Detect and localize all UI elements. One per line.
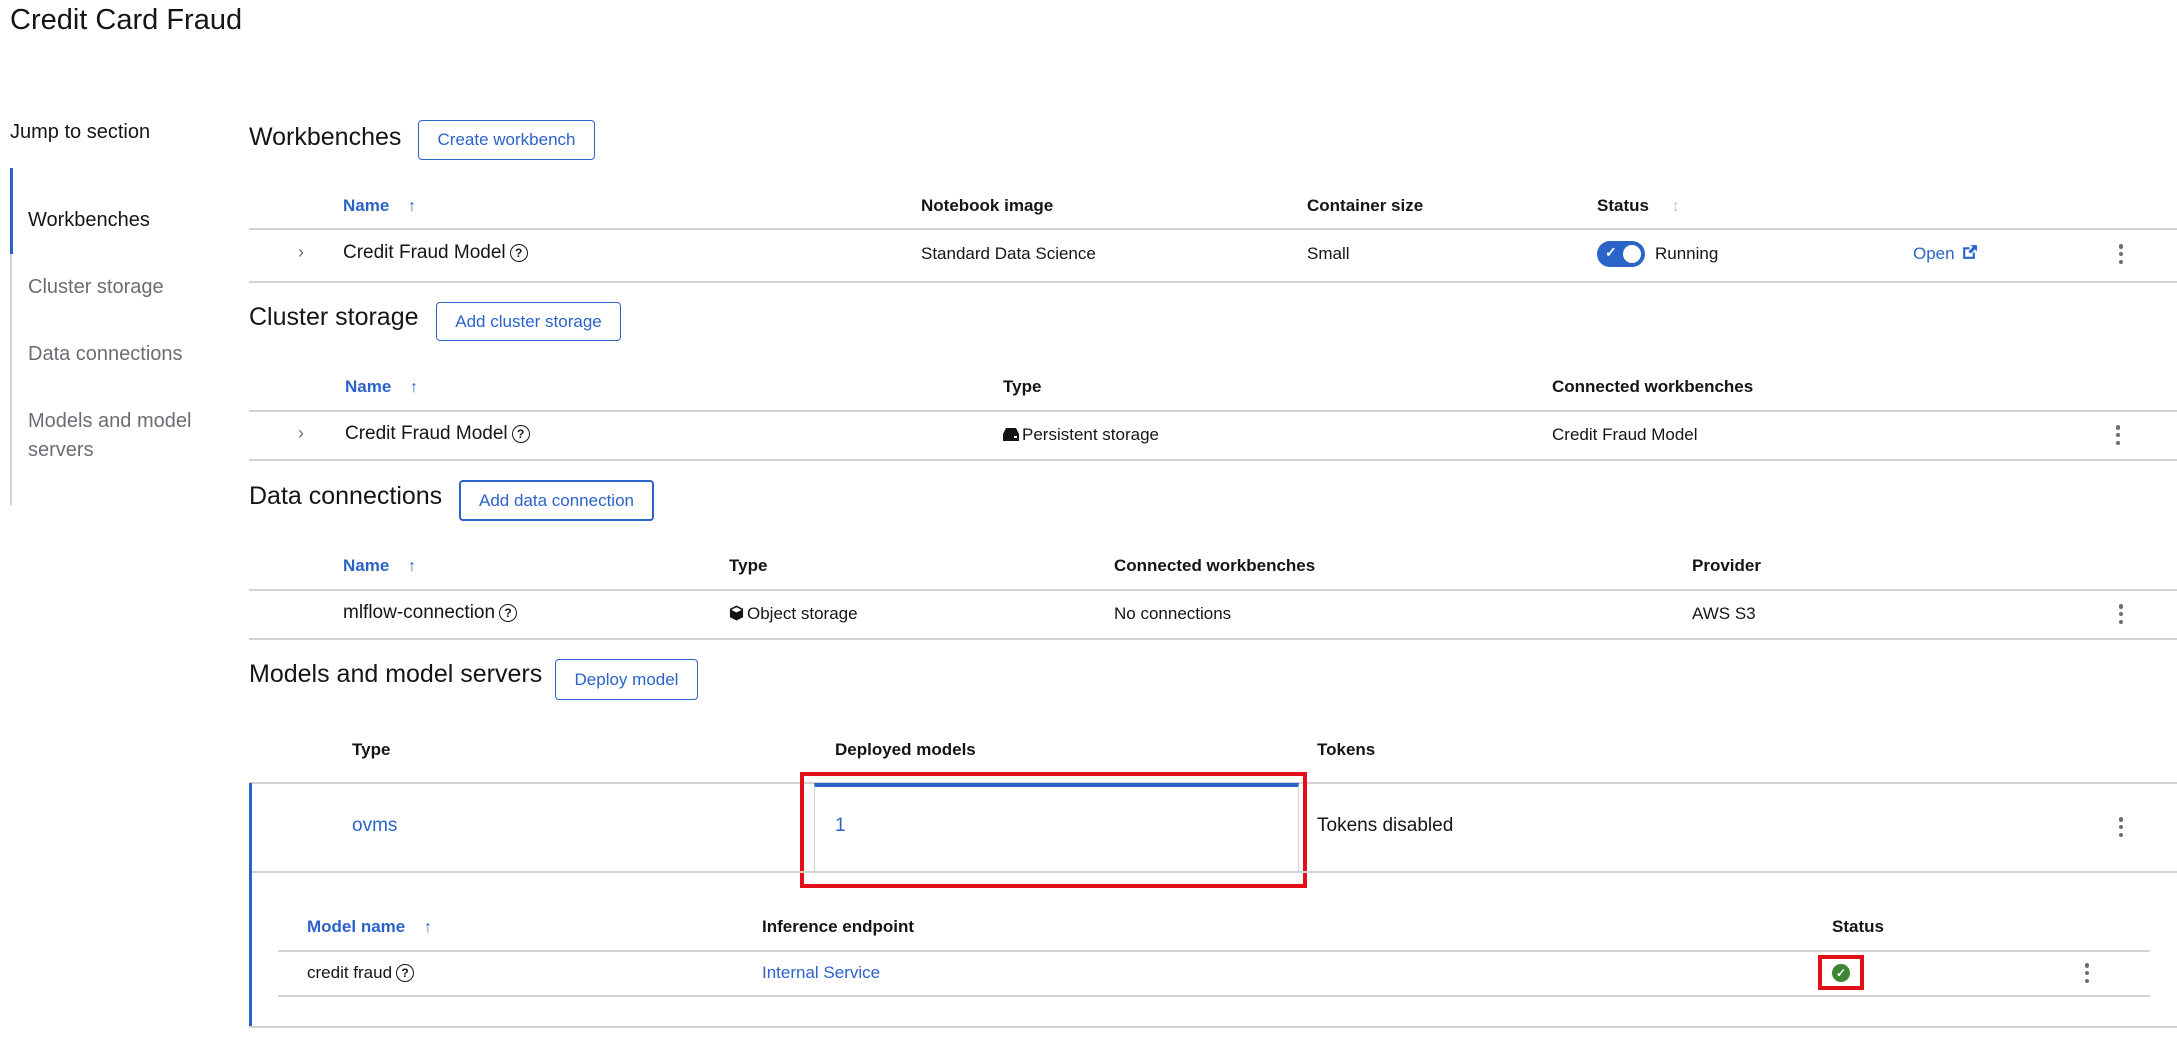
data-connections-col-connected: Connected workbenches — [1114, 556, 1316, 575]
workbenches-col-container-size: Container size — [1307, 196, 1424, 215]
jump-nav-item-models[interactable]: Models and model servers — [28, 407, 191, 465]
workbench-container-size: Small — [1307, 244, 1350, 263]
data-connections-col-name[interactable]: Name ↑ — [343, 556, 416, 576]
storage-type-text: Persistent storage — [1022, 425, 1160, 444]
sort-unsorted-icon: ↕ — [1671, 198, 1680, 215]
col-name-label: Name — [345, 377, 392, 396]
workbench-row-kebab-icon[interactable] — [2118, 244, 2124, 264]
sort-ascending-icon: ↑ — [408, 198, 417, 215]
divider — [249, 638, 2177, 640]
divider — [249, 1026, 2177, 1028]
jump-nav-item-models-line2: servers — [28, 439, 94, 461]
col-name-label: Name — [343, 196, 390, 215]
divider — [252, 871, 2177, 873]
toggle-knob — [1623, 245, 1641, 263]
jump-nav-item-workbenches[interactable]: Workbenches — [28, 206, 150, 235]
help-icon[interactable]: ? — [499, 604, 518, 622]
storage-name: Credit Fraud Model? — [345, 423, 530, 445]
workbenches-col-status[interactable]: Status ↕ — [1597, 196, 1680, 216]
col-status-label: Status — [1597, 196, 1649, 215]
sort-ascending-icon: ↑ — [408, 558, 417, 575]
expand-row-chevron-icon[interactable]: › — [298, 242, 304, 263]
help-icon[interactable]: ? — [511, 425, 530, 443]
data-connection-type-text: Object storage — [747, 604, 858, 623]
help-icon[interactable]: ? — [509, 244, 528, 262]
storage-connected-workbenches: Credit Fraud Model — [1552, 425, 1698, 444]
workbench-name-text: Credit Fraud Model — [343, 242, 506, 263]
storage-type: Persistent storage — [1003, 425, 1159, 445]
jump-nav-active-indicator — [10, 168, 13, 254]
data-connection-type: Object storage — [729, 604, 858, 624]
add-data-connection-button[interactable]: Add data connection — [459, 480, 654, 521]
external-link-icon — [1963, 245, 1978, 259]
nested-col-inference-endpoint: Inference endpoint — [762, 917, 915, 936]
divider — [249, 228, 2177, 230]
cluster-storage-col-name[interactable]: Name ↑ — [345, 377, 418, 397]
create-workbench-button[interactable]: Create workbench — [418, 120, 595, 160]
workbenches-col-notebook-image: Notebook image — [921, 196, 1054, 215]
col-name-label: Name — [343, 556, 390, 575]
expanded-row-indicator — [249, 783, 252, 1027]
model-server-type-link[interactable]: ovms — [352, 815, 397, 837]
storage-name-text: Credit Fraud Model — [345, 423, 508, 444]
data-connection-provider: AWS S3 — [1692, 604, 1756, 623]
col-model-name-label: Model name — [307, 917, 406, 936]
sort-ascending-icon: ↑ — [423, 919, 432, 936]
divider — [278, 995, 2150, 997]
inference-endpoint-link[interactable]: Internal Service — [762, 963, 880, 983]
divider — [249, 459, 2177, 461]
cluster-storage-col-connected: Connected workbenches — [1552, 377, 1754, 396]
add-cluster-storage-button[interactable]: Add cluster storage — [436, 302, 621, 341]
expand-row-chevron-icon[interactable]: › — [298, 423, 304, 444]
help-icon[interactable]: ? — [396, 964, 415, 982]
jump-nav-item-data-connections[interactable]: Data connections — [28, 340, 183, 369]
workbenches-col-name[interactable]: Name ↑ — [343, 196, 416, 216]
sort-ascending-icon: ↑ — [410, 379, 419, 396]
check-icon: ✓ — [1605, 244, 1617, 260]
deployed-model-name: credit fraud? — [307, 963, 415, 983]
highlight-box — [1818, 955, 1864, 990]
workbench-notebook-image: Standard Data Science — [921, 244, 1096, 263]
jump-to-section-label: Jump to section — [10, 121, 151, 143]
workbenches-heading: Workbenches — [249, 123, 402, 151]
data-connections-heading: Data connections — [249, 482, 443, 510]
open-workbench-link[interactable]: Open — [1913, 244, 1978, 264]
deployed-model-name-text: credit fraud — [307, 963, 393, 982]
cluster-storage-heading: Cluster storage — [249, 303, 419, 331]
models-col-tokens: Tokens — [1317, 740, 1376, 759]
data-connection-name-text: mlflow-connection — [343, 602, 496, 623]
page-title: Credit Card Fraud — [10, 4, 243, 36]
model-server-row-kebab-icon[interactable] — [2118, 817, 2124, 837]
workbench-status-text: Running — [1655, 244, 1719, 263]
jump-nav-item-models-line1: Models and model — [28, 410, 192, 432]
storage-row-kebab-icon[interactable] — [2115, 425, 2121, 445]
divider — [278, 950, 2150, 952]
open-link-label: Open — [1913, 244, 1955, 263]
nested-col-status: Status — [1832, 917, 1884, 936]
jump-nav-item-cluster-storage[interactable]: Cluster storage — [28, 273, 164, 302]
cube-icon — [729, 605, 744, 621]
hdd-icon — [1003, 428, 1019, 441]
data-connections-col-provider: Provider — [1692, 556, 1761, 575]
divider — [249, 589, 2177, 591]
nested-col-model-name[interactable]: Model name ↑ — [307, 917, 432, 937]
deploy-model-button[interactable]: Deploy model — [555, 659, 698, 700]
cluster-storage-col-type: Type — [1003, 377, 1042, 396]
workbench-name: Credit Fraud Model? — [343, 242, 528, 264]
data-connections-col-type: Type — [729, 556, 768, 575]
divider — [249, 281, 2177, 283]
deployed-model-row-kebab-icon[interactable] — [2084, 963, 2090, 983]
data-connection-name: mlflow-connection? — [343, 602, 518, 624]
divider — [249, 410, 2177, 412]
models-col-deployed-models: Deployed models — [835, 740, 976, 759]
model-server-tokens: Tokens disabled — [1317, 815, 1454, 836]
data-connection-connected: No connections — [1114, 604, 1232, 623]
models-col-type: Type — [352, 740, 391, 759]
data-connection-row-kebab-icon[interactable] — [2118, 604, 2124, 624]
models-heading: Models and model servers — [249, 660, 543, 688]
workbench-status-toggle[interactable]: ✓ — [1597, 241, 1645, 267]
